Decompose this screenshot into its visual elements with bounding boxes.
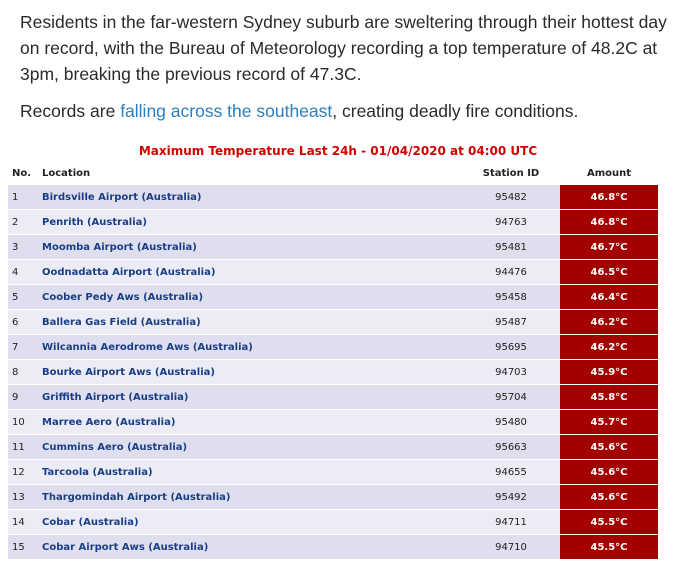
intro-paragraph: Residents in the far-western Sydney subu… — [20, 12, 667, 84]
row-station-id: 95695 — [462, 334, 560, 359]
row-number: 6 — [8, 309, 42, 334]
row-station-id: 95480 — [462, 409, 560, 434]
row-location: Coober Pedy Aws (Australia) — [42, 284, 462, 309]
table-row: 9 Griffith Airport (Australia) 95704 45.8°C — [8, 384, 658, 409]
row-amount: 45.5°C — [560, 534, 658, 559]
row-amount: 46.7°C — [560, 234, 658, 259]
records-text-after: , creating deadly fire conditions. — [332, 101, 579, 121]
row-location: Birdsville Airport (Australia) — [42, 184, 462, 209]
row-location: Bourke Airport Aws (Australia) — [42, 359, 462, 384]
row-location: Thargomindah Airport (Australia) — [42, 484, 462, 509]
header-amount: Amount — [586, 167, 632, 179]
row-number: 9 — [8, 384, 42, 409]
row-number: 8 — [8, 359, 42, 384]
row-amount: 46.4°C — [560, 284, 658, 309]
row-number: 2 — [8, 209, 42, 234]
row-number: 5 — [8, 284, 42, 309]
row-station-id: 95663 — [462, 434, 560, 459]
row-location: Moomba Airport (Australia) — [42, 234, 462, 259]
table-row: 6 Ballera Gas Field (Australia) 95487 46.2°… — [8, 309, 658, 334]
header-no: No. — [12, 167, 32, 179]
row-station-id: 94763 — [462, 209, 560, 234]
table-row: 5 Coober Pedy Aws (Australia) 95458 46.4°C — [8, 284, 658, 309]
row-amount: 45.9°C — [560, 359, 658, 384]
table-row: 14 Cobar (Australia) 94711 45.5°C — [8, 509, 658, 534]
table-row: 4 Oodnadatta Airport (Australia) 94476 46.5… — [8, 259, 658, 284]
row-station-id: 94476 — [462, 259, 560, 284]
row-station-id: 94711 — [462, 509, 560, 534]
row-amount: 45.6°C — [560, 459, 658, 484]
row-amount: 45.6°C — [560, 434, 658, 459]
row-station-id: 95482 — [462, 184, 560, 209]
row-location: Cobar Airport Aws (Australia) — [42, 534, 462, 559]
row-number: 11 — [8, 434, 42, 459]
row-location: Wilcannia Aerodrome Aws (Australia) — [42, 334, 462, 359]
row-amount: 45.8°C — [560, 384, 658, 409]
row-station-id: 95487 — [462, 309, 560, 334]
row-amount: 46.8°C — [560, 184, 658, 209]
table-row: 10 Marree Aero (Australia) 95480 45.7°C — [8, 409, 658, 434]
max-temperature-table: No. Location Station ID Amount 1 Birdsvil… — [8, 162, 658, 559]
row-number: 7 — [8, 334, 42, 359]
row-amount: 45.7°C — [560, 409, 658, 434]
row-station-id: 95704 — [462, 384, 560, 409]
row-number: 3 — [8, 234, 42, 259]
row-amount: 46.2°C — [560, 309, 658, 334]
records-text-before: Records are — [20, 101, 121, 121]
records-paragraph: Records are falling across the southeast… — [20, 98, 680, 124]
row-location: Griffith Airport (Australia) — [42, 384, 462, 409]
row-station-id: 95458 — [462, 284, 560, 309]
table-row: 11 Cummins Aero (Australia) 95663 45.6°C — [8, 434, 658, 459]
row-amount: 45.6°C — [560, 484, 658, 509]
row-location: Cummins Aero (Australia) — [42, 434, 462, 459]
table-title: Maximum Temperature Last 24h - 01/04/202… — [138, 144, 538, 158]
row-station-id: 94703 — [462, 359, 560, 384]
row-amount: 45.5°C — [560, 509, 658, 534]
table-row: 2 Penrith (Australia) 94763 46.8°C — [8, 209, 658, 234]
table-header-row: No. Location Station ID Amount — [8, 162, 658, 184]
row-number: 12 — [8, 459, 42, 484]
table-row: 3 Moomba Airport (Australia) 95481 46.7°C — [8, 234, 658, 259]
row-location: Ballera Gas Field (Australia) — [42, 309, 462, 334]
row-station-id: 94710 — [462, 534, 560, 559]
row-location: Tarcoola (Australia) — [42, 459, 462, 484]
row-amount: 46.5°C — [560, 259, 658, 284]
table-row: 13 Thargomindah Airport (Australia) 95492 4… — [8, 484, 658, 509]
row-number: 14 — [8, 509, 42, 534]
row-station-id: 95492 — [462, 484, 560, 509]
table-row: 15 Cobar Airport Aws (Australia) 94710 45.5… — [8, 534, 658, 559]
temperature-table-container: Maximum Temperature Last 24h - 01/04/202… — [8, 140, 658, 559]
table-row: 1 Birdsville Airport (Australia) 95482 46.8… — [8, 184, 658, 209]
row-number: 4 — [8, 259, 42, 284]
row-amount: 46.8°C — [560, 209, 658, 234]
row-location: Cobar (Australia) — [42, 509, 462, 534]
row-amount: 46.2°C — [560, 334, 658, 359]
row-station-id: 94655 — [462, 459, 560, 484]
row-location: Penrith (Australia) — [42, 209, 462, 234]
row-number: 1 — [8, 184, 42, 209]
row-number: 13 — [8, 484, 42, 509]
row-location: Marree Aero (Australia) — [42, 409, 462, 434]
row-number: 10 — [8, 409, 42, 434]
table-row: 12 Tarcoola (Australia) 94655 45.6°C — [8, 459, 658, 484]
table-row: 7 Wilcannia Aerodrome Aws (Australia) 9569… — [8, 334, 658, 359]
header-station-id: Station ID — [482, 167, 540, 179]
southeast-records-link[interactable]: falling across the southeast — [120, 101, 332, 121]
table-body: 1 Birdsville Airport (Australia) 95482 46.8… — [8, 184, 658, 559]
row-station-id: 95481 — [462, 234, 560, 259]
row-number: 15 — [8, 534, 42, 559]
header-location: Location — [42, 167, 91, 179]
table-row: 8 Bourke Airport Aws (Australia) 94703 45.9… — [8, 359, 658, 384]
row-location: Oodnadatta Airport (Australia) — [42, 259, 462, 284]
